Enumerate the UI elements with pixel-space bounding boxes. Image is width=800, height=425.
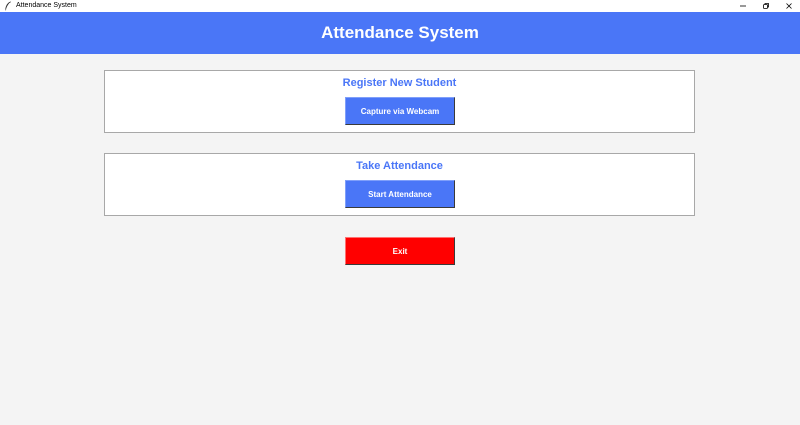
window-controls xyxy=(731,0,800,12)
attendance-panel-title: Take Attendance xyxy=(356,160,443,172)
capture-webcam-button[interactable]: Capture via Webcam xyxy=(345,97,455,125)
feather-icon xyxy=(3,1,13,11)
take-attendance-panel: Take Attendance Start Attendance xyxy=(104,153,695,216)
start-attendance-button[interactable]: Start Attendance xyxy=(345,180,455,208)
exit-button[interactable]: Exit xyxy=(345,237,455,265)
window-title: Attendance System xyxy=(16,2,77,9)
minimize-icon xyxy=(739,5,746,7)
restore-icon xyxy=(762,3,769,9)
close-icon xyxy=(785,3,792,9)
page-title: Attendance System xyxy=(321,23,479,42)
app-window: Attendance System Attendance System Regi… xyxy=(0,0,800,425)
title-bar[interactable]: Attendance System xyxy=(0,0,800,12)
restore-button[interactable] xyxy=(754,0,777,12)
close-button[interactable] xyxy=(777,0,800,12)
app-header: Attendance System xyxy=(0,12,800,54)
register-student-panel: Register New Student Capture via Webcam xyxy=(104,70,695,133)
register-panel-title: Register New Student xyxy=(342,77,457,89)
minimize-button[interactable] xyxy=(731,0,754,12)
